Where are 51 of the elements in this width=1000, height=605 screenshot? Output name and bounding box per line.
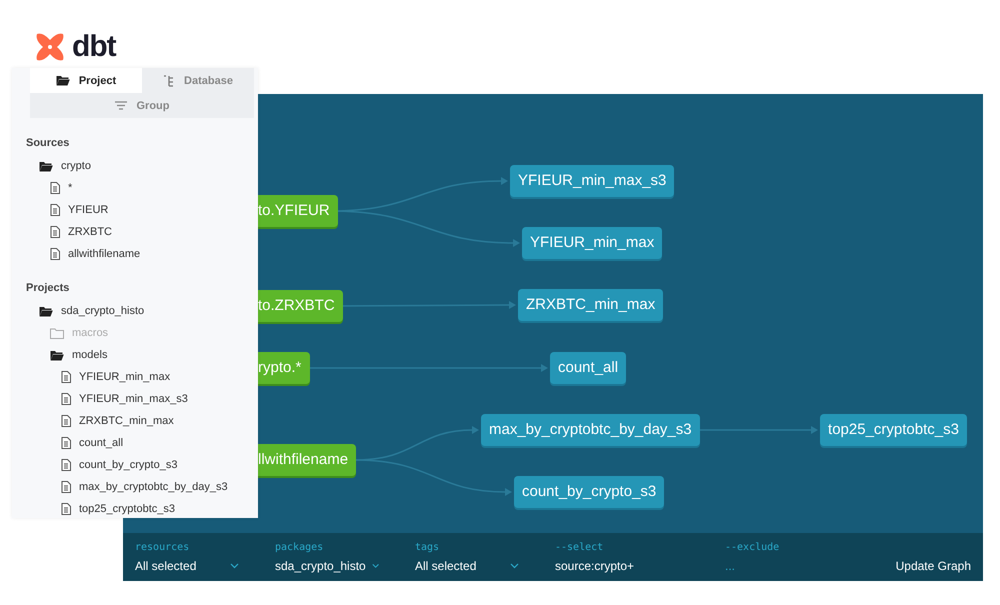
logo-icon <box>34 31 66 63</box>
filter-icon <box>114 101 126 110</box>
filter-label: packages <box>275 541 324 554</box>
file-item[interactable]: ZRXBTC <box>37 221 258 243</box>
sidebar-tab[interactable]: Project <box>30 68 142 93</box>
file-icon <box>61 371 71 383</box>
filter-input[interactable]: ... <box>725 559 855 573</box>
filter-dropdown[interactable]: sda_crypto_histo <box>275 559 379 573</box>
folder-icon <box>50 350 64 360</box>
file-icon <box>50 204 60 216</box>
file-icon <box>61 503 71 515</box>
filter-input[interactable]: source:crypto+ <box>555 559 685 573</box>
file-icon <box>61 481 71 493</box>
tree-icon <box>163 74 176 86</box>
chevron-icon <box>510 563 519 569</box>
filter-label: resources <box>135 541 190 554</box>
folder-icon <box>39 160 53 172</box>
folder-item[interactable]: sda_crypto_histo <box>26 300 258 322</box>
file-item[interactable]: max_by_cryptobtc_by_day_s3 <box>48 476 258 498</box>
file-icon <box>61 437 71 449</box>
update-graph-button[interactable]: Update Graph <box>896 559 971 573</box>
filter-dropdown[interactable]: All selected <box>415 559 519 573</box>
file-item[interactable]: count_by_crypto_s3 <box>48 454 258 476</box>
folder-item[interactable]: models <box>37 344 258 366</box>
file-item[interactable]: YFIEUR_min_max_s3 <box>48 388 258 410</box>
filter-label: --exclude <box>725 541 780 554</box>
section-heading: Sources <box>26 136 70 150</box>
file-item[interactable]: * <box>37 177 258 199</box>
folder-item[interactable]: crypto <box>26 155 258 177</box>
file-icon <box>61 393 71 405</box>
folder-icon <box>50 328 64 338</box>
file-icon <box>61 415 71 427</box>
filter-dropdown[interactable]: All selected <box>135 559 239 573</box>
file-icon <box>50 182 60 194</box>
file-icon <box>50 248 60 260</box>
file-item[interactable]: ZRXBTC_min_max <box>48 410 258 432</box>
filter-label: --select <box>555 541 604 554</box>
file-item[interactable]: allwithfilename <box>37 243 258 265</box>
chevron-icon <box>230 563 239 569</box>
section-heading: Projects <box>26 281 70 295</box>
logo-text: dbt <box>72 31 116 63</box>
folder-icon <box>39 306 53 316</box>
filter-label: tags <box>415 541 440 554</box>
file-item[interactable]: YFIEUR_min_max <box>48 366 258 388</box>
chevron-icon <box>372 563 379 569</box>
file-item[interactable]: top25_cryptobtc_s3 <box>48 498 258 520</box>
file-item[interactable]: YFIEUR <box>37 199 258 221</box>
folder-icon <box>56 75 70 86</box>
file-icon <box>61 459 71 471</box>
file-item[interactable]: count_all <box>48 432 258 454</box>
file-icon <box>50 226 60 238</box>
